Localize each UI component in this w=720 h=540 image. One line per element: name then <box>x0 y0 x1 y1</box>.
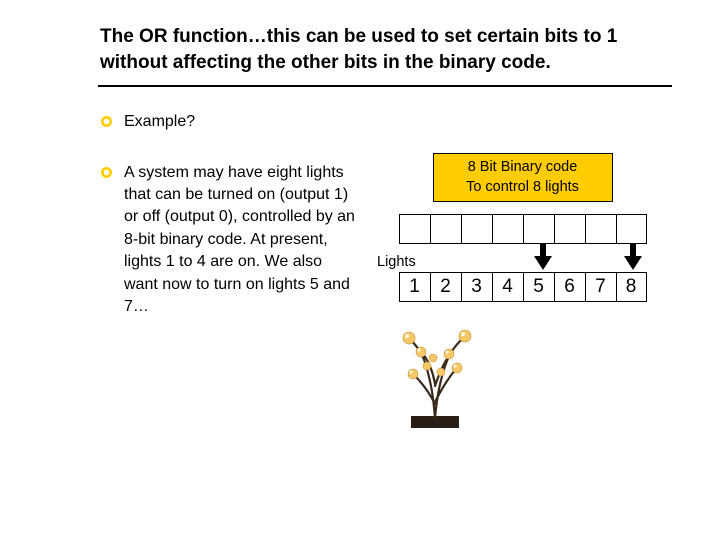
light-cell: 6 <box>554 272 585 302</box>
light-cell: 1 <box>399 272 430 302</box>
bullet-text: A system may have eight lights that can … <box>124 162 355 319</box>
bit-cell <box>399 214 430 244</box>
binary-caption-box: 8 Bit Binary code To control 8 lights <box>433 153 613 202</box>
bullet-item: Example? <box>100 111 355 133</box>
arrow-row <box>399 244 647 270</box>
bit-cell <box>430 214 461 244</box>
caption-line: 8 Bit Binary code <box>444 158 602 178</box>
bit-cell <box>554 214 585 244</box>
down-arrow-icon <box>534 244 552 275</box>
decorative-light-tree-icon <box>383 314 488 432</box>
light-cell: 3 <box>461 272 492 302</box>
binary-code-row <box>399 214 647 244</box>
bit-cell <box>585 214 616 244</box>
lights-number-row: 1 2 3 4 5 6 7 8 <box>399 272 647 302</box>
title-underline <box>98 85 672 87</box>
content-row: Example? A system may have eight lights … <box>100 111 672 432</box>
bullet-item: A system may have eight lights that can … <box>100 162 355 319</box>
slide-title: The OR function…this can be used to set … <box>100 24 672 75</box>
light-cell: 5 <box>523 272 554 302</box>
caption-line: To control 8 lights <box>444 178 602 198</box>
down-arrow-icon <box>624 244 642 275</box>
light-cell: 8 <box>616 272 647 302</box>
right-column: 8 Bit Binary code To control 8 lights Li… <box>373 111 672 432</box>
light-cell: 4 <box>492 272 523 302</box>
bit-cell <box>523 214 554 244</box>
hollow-circle-bullet-icon <box>100 115 124 137</box>
bullet-text: Example? <box>124 111 195 133</box>
light-cell: 7 <box>585 272 616 302</box>
slide: The OR function…this can be used to set … <box>0 0 720 456</box>
bit-cell <box>616 214 647 244</box>
bit-cell <box>492 214 523 244</box>
bit-cell <box>461 214 492 244</box>
hollow-circle-bullet-icon <box>100 166 124 323</box>
light-cell: 2 <box>430 272 461 302</box>
left-column: Example? A system may have eight lights … <box>100 111 355 432</box>
